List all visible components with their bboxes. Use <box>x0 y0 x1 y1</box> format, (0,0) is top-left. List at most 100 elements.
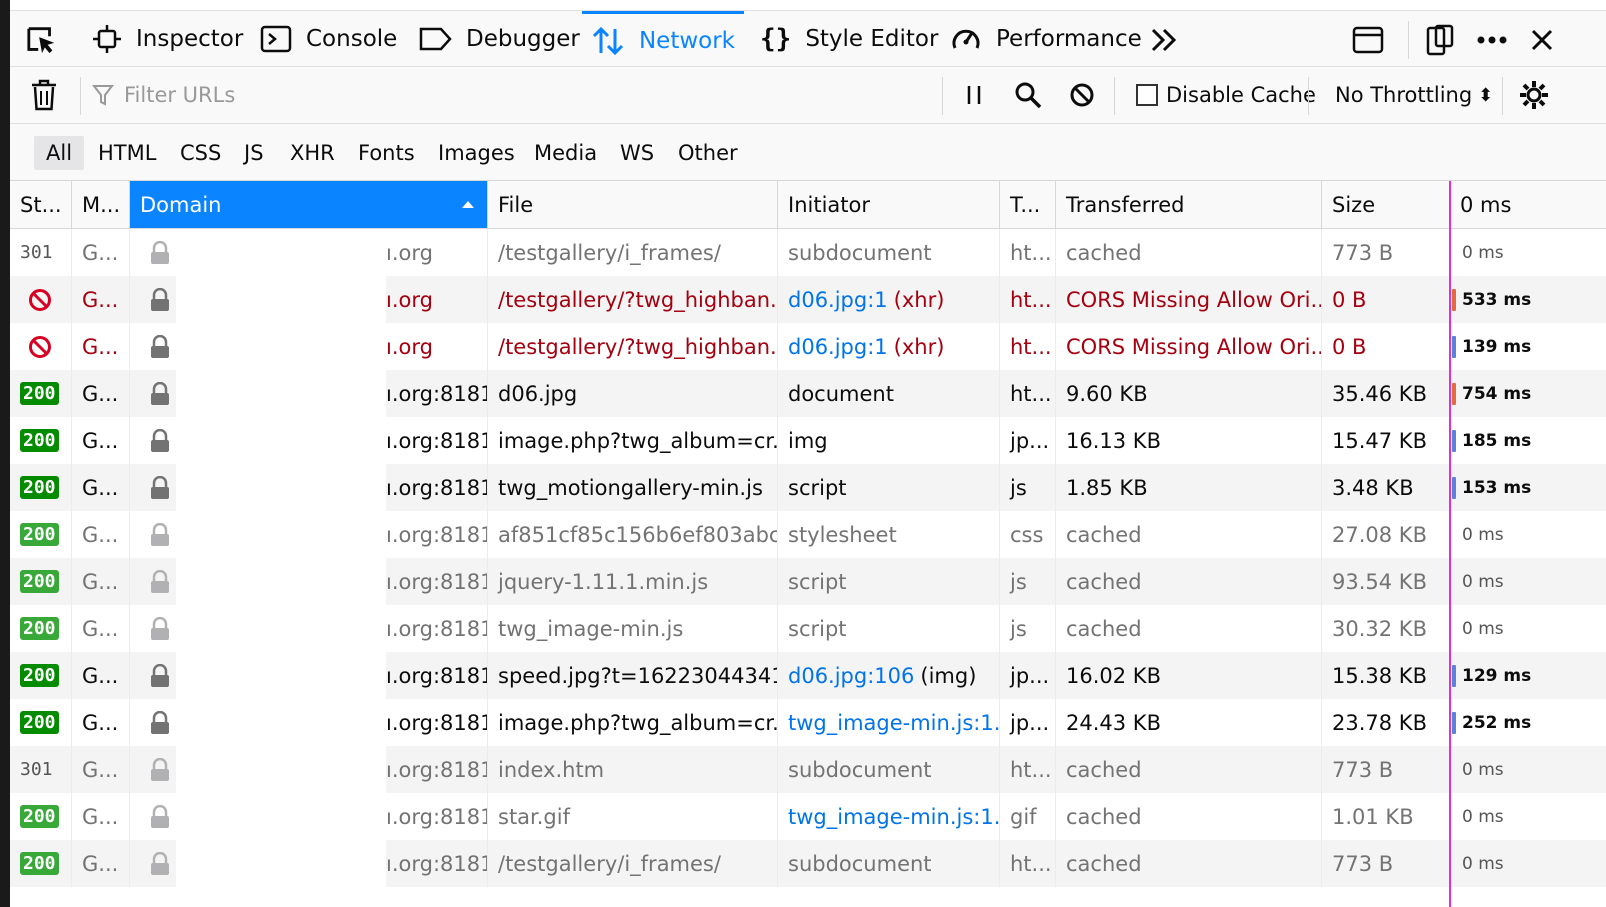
type-cell: ht... <box>1000 323 1056 370</box>
timing-text: 139 ms <box>1462 336 1532 357</box>
timing-text: 0 ms <box>1462 759 1504 780</box>
table-row[interactable]: 200 G... ı.org:8181 star.gif twg_image-m… <box>10 793 1606 840</box>
table-row[interactable]: 200 G... ı.org:8181 af851cf85c156b6ef803… <box>10 511 1606 558</box>
devtools-network-panel: Inspector Console Debugger Network {} St… <box>10 0 1606 907</box>
initiator-text: subdocument <box>788 240 932 265</box>
filter-js-button[interactable]: JS <box>232 136 276 170</box>
column-header-waterfall[interactable]: 0 ms <box>1450 181 1606 228</box>
transferred-cell: 16.13 KB <box>1056 417 1322 464</box>
table-row[interactable]: G... ı.org /testgallery/?twg_highban... … <box>10 276 1606 323</box>
tab-inspector[interactable]: Inspector <box>92 11 243 67</box>
redacted-area <box>176 558 386 605</box>
redacted-area <box>176 746 386 793</box>
element-picker-icon[interactable] <box>26 24 58 56</box>
column-header-transferred[interactable]: Transferred <box>1056 181 1322 228</box>
waterfall-cell: 0 ms <box>1450 511 1606 558</box>
initiator-text: d06.jpg:1 <box>788 334 888 359</box>
tab-console[interactable]: Console <box>260 11 397 67</box>
table-row[interactable]: 200 G... ı.org:8181 twg_image-min.js scr… <box>10 605 1606 652</box>
block-requests-icon[interactable] <box>1066 79 1098 111</box>
transferred-cell: cached <box>1056 229 1322 276</box>
initiator-cell[interactable]: twg_image-min.js:1... <box>778 699 1000 746</box>
column-header-initiator[interactable]: Initiator <box>778 181 1000 228</box>
dock-layout-icon[interactable] <box>1352 24 1384 56</box>
table-row[interactable]: 200 G... ı.org:8181 image.php?twg_album=… <box>10 699 1606 746</box>
initiator-cell[interactable]: d06.jpg:1 (xhr) <box>778 276 1000 323</box>
table-row[interactable]: 301 G... ı.org /testgallery/i_frames/ su… <box>10 229 1606 276</box>
tab-label: Console <box>306 26 398 52</box>
more-options-icon[interactable] <box>1476 24 1508 56</box>
filter-all-button[interactable]: All <box>34 136 85 170</box>
filter-media-button[interactable]: Media <box>522 136 609 170</box>
domain-text: ı.org:8181 <box>386 663 488 688</box>
filter-urls-box[interactable] <box>92 79 926 111</box>
settings-gear-icon[interactable] <box>1518 79 1550 111</box>
table-row[interactable]: 200 G... ı.org:8181 d06.jpg document ht.… <box>10 370 1606 417</box>
column-header-domain[interactable]: Domain <box>130 181 488 228</box>
transferred-cell: cached <box>1056 558 1322 605</box>
size-cell: 27.08 KB <box>1322 511 1450 558</box>
tab-performance[interactable]: Performance <box>950 11 1142 67</box>
waterfall-cell: 0 ms <box>1450 605 1606 652</box>
type-cell: jp... <box>1000 417 1056 464</box>
size-cell: 15.38 KB <box>1322 652 1450 699</box>
domain-cell: ı.org:8181 <box>130 370 488 417</box>
tab-style-editor[interactable]: {} Style Editor <box>760 11 938 67</box>
method-cell: G... <box>72 229 130 276</box>
clear-trash-icon[interactable] <box>28 79 60 111</box>
tab-debugger[interactable]: Debugger <box>418 11 580 67</box>
throttling-select[interactable]: No Throttling ⬍ <box>1335 79 1493 111</box>
filter-images-button[interactable]: Images <box>426 136 527 170</box>
column-header-type[interactable]: T... <box>1000 181 1056 228</box>
checkbox-box[interactable] <box>1136 84 1158 106</box>
filter-fonts-button[interactable]: Fonts <box>346 136 427 170</box>
pause-icon[interactable] <box>958 79 990 111</box>
transferred-cell: 16.02 KB <box>1056 652 1322 699</box>
status-code: 301 <box>20 759 53 780</box>
initiator-cell[interactable]: d06.jpg:1 (xhr) <box>778 323 1000 370</box>
initiator-cell: subdocument <box>778 229 1000 276</box>
tab-label: Debugger <box>466 26 580 52</box>
initiator-cell[interactable]: twg_image-min.js:1... <box>778 793 1000 840</box>
table-row[interactable]: G... ı.org /testgallery/?twg_highban... … <box>10 323 1606 370</box>
filter-ws-button[interactable]: WS <box>608 136 666 170</box>
tab-network[interactable]: Network <box>582 11 744 67</box>
table-row[interactable]: 200 G... ı.org:8181 image.php?twg_album=… <box>10 417 1606 464</box>
domain-cell: ı.org <box>130 229 488 276</box>
waterfall-bar <box>1452 288 1456 311</box>
redacted-area <box>176 793 386 840</box>
waterfall-bar <box>1452 335 1456 358</box>
disable-cache-checkbox[interactable]: Disable Cache <box>1136 79 1316 111</box>
table-row[interactable]: 301 G... ı.org:8181 index.htm subdocumen… <box>10 746 1606 793</box>
column-header-file[interactable]: File <box>488 181 778 228</box>
filter-css-button[interactable]: CSS <box>168 136 233 170</box>
domain-text: ı.org:8181 <box>386 381 488 406</box>
more-tabs-chevron-icon[interactable] <box>1148 24 1180 56</box>
column-header-size[interactable]: Size <box>1322 181 1450 228</box>
status-cell: 301 <box>10 229 72 276</box>
search-icon[interactable] <box>1012 79 1044 111</box>
close-icon[interactable] <box>1526 24 1558 56</box>
table-row[interactable]: 200 G... ı.org:8181 speed.jpg?t=16223044… <box>10 652 1606 699</box>
filter-xhr-button[interactable]: XHR <box>278 136 347 170</box>
initiator-cell: script <box>778 558 1000 605</box>
domain-cell: ı.org:8181 <box>130 605 488 652</box>
domain-cell: ı.org <box>130 276 488 323</box>
tab-label: Network <box>638 27 736 54</box>
domain-cell: ı.org:8181 <box>130 840 488 887</box>
blocked-request-icon <box>28 288 52 312</box>
method-cell: G... <box>72 370 130 417</box>
filter-urls-input[interactable] <box>122 82 926 108</box>
table-row[interactable]: 200 G... ı.org:8181 /testgallery/i_frame… <box>10 840 1606 887</box>
filter-html-button[interactable]: HTML <box>86 136 168 170</box>
initiator-cell[interactable]: d06.jpg:106 (img) <box>778 652 1000 699</box>
filter-other-button[interactable]: Other <box>666 136 750 170</box>
status-badge: 200 <box>20 711 59 734</box>
table-row[interactable]: 200 G... ı.org:8181 twg_motiongallery-mi… <box>10 464 1606 511</box>
column-header-method[interactable]: M... <box>72 181 130 228</box>
column-header-status[interactable]: St... <box>10 181 72 228</box>
initiator-cell: stylesheet <box>778 511 1000 558</box>
table-row[interactable]: 200 G... ı.org:8181 jquery-1.11.1.min.js… <box>10 558 1606 605</box>
responsive-design-icon[interactable] <box>1424 24 1456 56</box>
method-cell: G... <box>72 276 130 323</box>
